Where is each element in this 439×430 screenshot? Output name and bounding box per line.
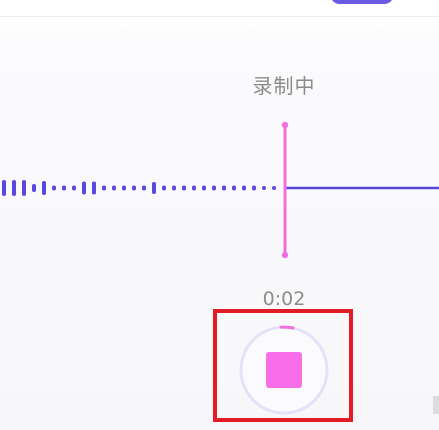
waveform-bar	[102, 185, 106, 191]
stop-icon	[266, 352, 302, 388]
waveform-bar	[72, 185, 76, 191]
waveform-bar	[132, 185, 136, 191]
waveform-bar	[182, 185, 186, 191]
waveform-bars	[2, 180, 276, 196]
playhead-top-handle	[281, 121, 289, 129]
waveform-bar	[162, 185, 166, 191]
waveform-bar	[202, 185, 206, 191]
waveform-bar	[262, 186, 266, 190]
audio-waveform	[2, 121, 439, 259]
waveform-bar	[212, 185, 216, 191]
waveform-bar	[272, 186, 276, 190]
stop-recording-button[interactable]	[238, 324, 330, 416]
waveform-bar	[152, 182, 156, 194]
waveform-bar	[242, 185, 246, 191]
waveform-bar	[62, 185, 66, 191]
waveform-bar	[2, 180, 6, 196]
waveform-bar	[52, 185, 56, 191]
waveform-bar	[22, 180, 26, 196]
waveform-bar	[112, 185, 116, 191]
waveform-bar	[252, 185, 256, 191]
waveform-bar	[142, 185, 146, 191]
waveform-bar	[222, 185, 226, 191]
waveform-bar	[192, 185, 196, 191]
waveform-bar	[82, 181, 86, 195]
elapsed-timer: 0:02	[262, 288, 306, 310]
recorder-screen: 录制中 0:02	[0, 0, 439, 430]
waveform-bar	[122, 185, 126, 191]
waveform-bar	[32, 184, 36, 192]
waveform-bar	[12, 180, 16, 196]
waveform-bar	[172, 185, 176, 191]
waveform-bar	[92, 181, 96, 195]
playhead-bottom-handle	[281, 251, 289, 259]
waveform-bar	[232, 185, 236, 191]
waveform-bar	[42, 181, 46, 195]
edge-scroll-indicator	[433, 396, 439, 414]
